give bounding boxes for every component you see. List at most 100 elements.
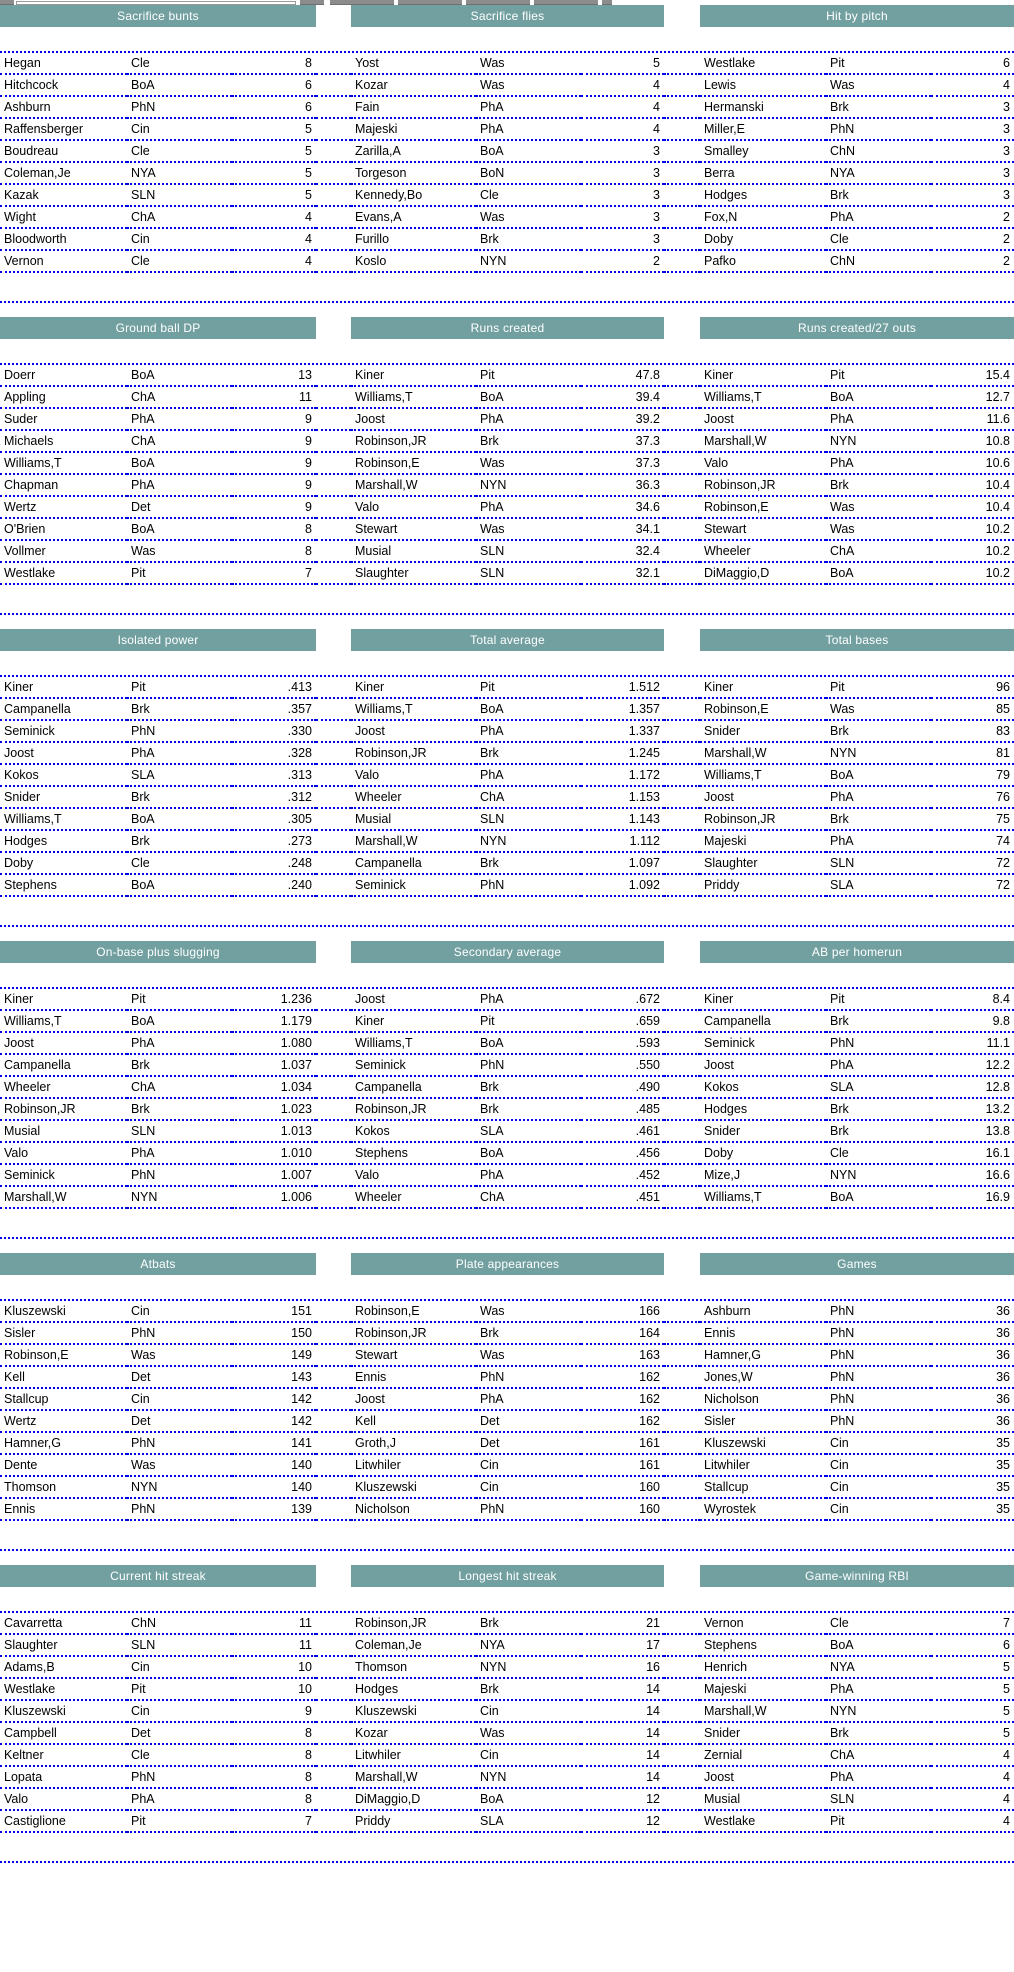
team-code: Cle [826,228,931,251]
team-code: NYN [127,1186,232,1209]
stat-value: 3 [581,228,664,251]
stat-value: 4 [581,96,664,119]
team-code: NYN [476,1766,581,1789]
player-name: Stephens [0,874,127,897]
team-code: BoA [826,1186,931,1209]
player-name: Vollmer [0,540,127,563]
spacer-row [0,339,1014,353]
team-code: SLA [476,1810,581,1833]
stat-value: 16.6 [931,1164,1014,1187]
column-divider [316,408,351,431]
player-name: Robinson,JR [351,1613,476,1635]
column-divider [316,1722,351,1745]
team-code: Cle [826,1142,931,1165]
column-group-title: Sacrifice flies [351,5,664,27]
player-name: Marshall,W [700,742,826,765]
stat-value: 14 [581,1678,664,1701]
stat-value: 14 [581,1700,664,1723]
team-code: Pit [826,989,931,1011]
stat-value: 150 [232,1322,316,1345]
player-name: Joost [700,408,826,431]
team-code: PhA [476,96,581,119]
section-gap [0,1863,1014,1877]
player-name: Adams,B [0,1656,127,1679]
stat-value: 1.337 [581,720,664,743]
stat-value: 10.8 [931,430,1014,453]
table-row: Kiner Pit 1.236 Joost PhA .672 Kiner Pit 8.4 [0,989,1014,1011]
stat-value: 2 [581,250,664,273]
stat-value: .593 [581,1032,664,1055]
stat-value: .461 [581,1120,664,1143]
table-row: Valo PhA 8 DiMaggio,D BoA 12 Musial SLN 4 [0,1788,1014,1811]
column-group-divider [664,5,700,27]
stat-value: 7 [232,562,316,585]
column-group-divider [316,1565,351,1587]
team-code: Was [826,496,931,519]
stat-value: 3 [931,118,1014,141]
table-row: Campbell Det 8 Kozar Was 14 Snider Brk 5 [0,1722,1014,1745]
column-divider [664,1098,700,1121]
column-divider [316,1766,351,1789]
team-code: Pit [127,1810,232,1833]
team-code: SLN [826,852,931,875]
stat-value: 5 [931,1678,1014,1701]
player-name: Slaughter [351,562,476,585]
column-divider [316,1634,351,1657]
stat-value: 1.153 [581,786,664,809]
player-name: Ennis [0,1498,127,1521]
stat-value: 162 [581,1388,664,1411]
column-group-divider [664,629,700,651]
table-row: Campanella Brk .357 Williams,T BoA 1.357 Robin… [0,698,1014,721]
player-name: Zernial [700,1744,826,1767]
player-name: Stephens [700,1634,826,1657]
player-name: Williams,T [0,808,127,831]
player-name: Ashburn [700,1301,826,1323]
player-name: Westlake [0,562,127,585]
player-name: Litwhiler [351,1744,476,1767]
team-code: NYN [476,250,581,273]
column-divider [316,1301,351,1323]
team-code: PhN [127,1322,232,1345]
stat-value: 4 [232,206,316,229]
column-divider [316,540,351,563]
player-name: Seminick [351,1054,476,1077]
spacer-row [0,651,1014,665]
player-name: Williams,T [700,386,826,409]
spacer-rule-row [0,911,1014,927]
stat-value: 8 [232,1722,316,1745]
player-name: Thomson [351,1656,476,1679]
team-code: ChN [127,1613,232,1635]
team-code: SLA [826,1076,931,1099]
team-code: Cin [127,118,232,141]
team-code: Was [476,74,581,97]
stat-value: .240 [232,874,316,897]
stat-value: 151 [232,1301,316,1323]
table-row: Bloodworth Cin 4 Furillo Brk 3 Doby Cle 2 [0,228,1014,251]
column-divider [316,698,351,721]
team-code: ChA [826,540,931,563]
player-name: Kell [0,1366,127,1389]
stat-value: .248 [232,852,316,875]
player-name: Robinson,JR [700,808,826,831]
team-code: Pit [127,677,232,699]
team-code: Cle [127,1744,232,1767]
team-code: Brk [476,1322,581,1345]
stat-value: 36 [931,1301,1014,1323]
stat-value: 35 [931,1454,1014,1477]
column-group-title: Total average [351,629,664,651]
table-row: Dente Was 140 Litwhiler Cin 161 Litwhiler Cin 35 [0,1454,1014,1477]
team-code: PhA [476,720,581,743]
stat-value: 141 [232,1432,316,1455]
table-row: Cavarretta ChN 11 Robinson,JR Brk 21 Vernon Cle… [0,1613,1014,1635]
stat-value: 9 [232,430,316,453]
column-group-divider [316,5,351,27]
player-name: Furillo [351,228,476,251]
player-name: Campanella [351,1076,476,1099]
section-header-band: Ground ball DP Runs created Runs created/2… [0,317,1014,339]
stat-value: 8.4 [931,989,1014,1011]
team-code: Det [127,1366,232,1389]
column-divider [664,1076,700,1099]
stat-value: .330 [232,720,316,743]
player-name: Kozar [351,74,476,97]
team-code: PhA [476,408,581,431]
